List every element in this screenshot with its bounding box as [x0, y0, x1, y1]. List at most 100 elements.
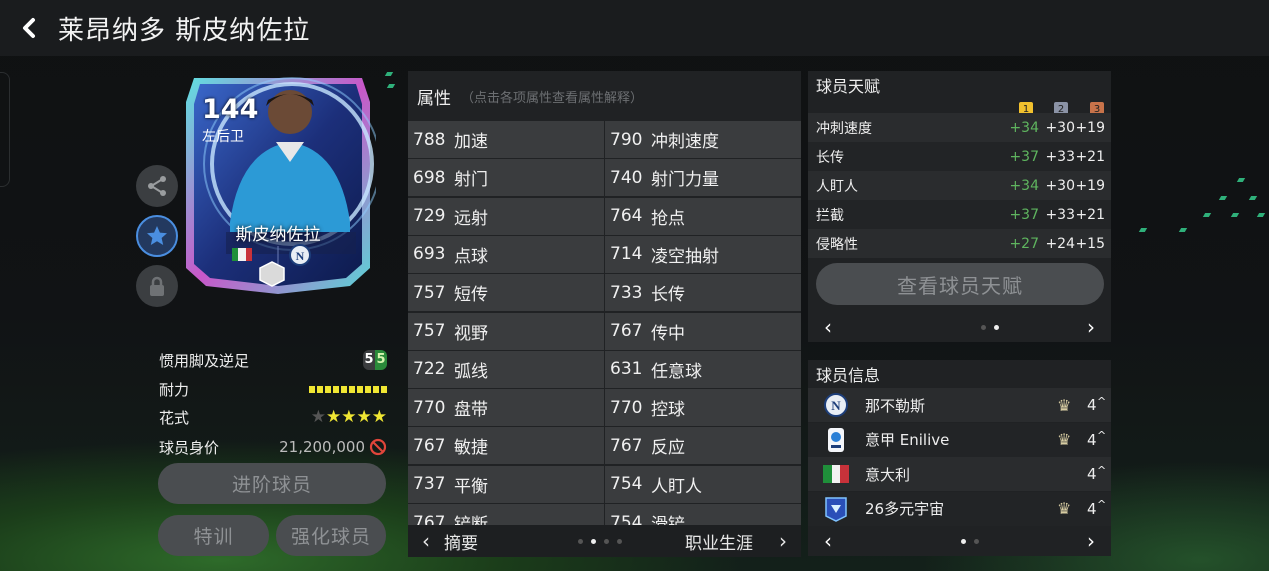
player-info-row[interactable]: 26多元宇宙 ♛ 4 ^	[808, 491, 1111, 526]
stamina-row: 耐力	[159, 376, 387, 402]
summary-tab[interactable]: 摘要	[444, 529, 564, 554]
attribute-cell[interactable]: 754 滑铲	[605, 504, 801, 525]
attribute-value: 770	[413, 397, 446, 418]
talent-name: 拦截	[816, 207, 844, 224]
attribute-cell[interactable]: 698 射门	[408, 159, 604, 197]
career-tab[interactable]: 职业生涯	[685, 529, 765, 554]
talent-bonus-c: +19	[1075, 177, 1105, 194]
talent-bonus-b: +30	[1045, 119, 1075, 136]
favorite-button[interactable]	[136, 215, 178, 257]
attribute-cell[interactable]: 740 射门力量	[605, 159, 801, 197]
talent-bonus-a: +37	[1009, 206, 1039, 223]
caret-up-icon: ^	[1097, 498, 1107, 511]
attribute-cell[interactable]: 767 传中	[605, 312, 801, 350]
lock-button[interactable]	[136, 265, 178, 307]
talent-row: 拦截 +37 +33 +21	[808, 200, 1111, 229]
attribute-name: 滑铲	[651, 515, 685, 525]
attribute-value: 788	[413, 129, 446, 150]
talent-prev-button[interactable]: ‹	[808, 315, 848, 339]
talent-row: 长传 +37 +33 +21	[808, 142, 1111, 171]
attribute-name: 加速	[454, 132, 488, 152]
attribute-cell[interactable]: 757 视野	[408, 312, 604, 350]
next-page-button[interactable]: ›	[765, 529, 801, 553]
attribute-name: 长传	[651, 285, 685, 306]
attribute-cell[interactable]: 722 弧线	[408, 350, 604, 388]
attribute-cell[interactable]: 770 控球	[605, 389, 801, 427]
value-amount: 21,200,000	[279, 438, 365, 456]
top-bar: 莱昂纳多 斯皮纳佐拉	[0, 0, 1269, 56]
share-button[interactable]	[136, 165, 178, 207]
training-button[interactable]: 特训	[158, 515, 269, 556]
back-button[interactable]	[0, 0, 58, 56]
card-position: 左后卫	[202, 129, 244, 145]
team-star-icon: ♛	[1057, 430, 1072, 449]
attribute-cell[interactable]: 631 任意球	[605, 350, 801, 388]
talent-bonus-c: +15	[1075, 235, 1105, 252]
attribute-cell[interactable]: 767 反应	[605, 427, 801, 465]
attribute-cell[interactable]: 757 短传	[408, 274, 604, 312]
talent-name: 侵略性	[816, 236, 858, 253]
attribute-cell[interactable]: 788 加速	[408, 121, 604, 158]
season-26-icon	[822, 495, 850, 523]
skill-star-icon: ★	[310, 407, 326, 427]
info-next-button[interactable]: ›	[1071, 529, 1111, 553]
attribute-value: 757	[413, 282, 446, 303]
attribute-value: 767	[413, 435, 446, 456]
talent-bonus-b: +33	[1045, 148, 1075, 165]
attribute-name: 凌空抽射	[651, 246, 719, 267]
attribute-cell[interactable]: 764 抢点	[605, 197, 801, 235]
info-name: 26多元宇宙	[865, 500, 945, 518]
attribute-cell[interactable]: 754 人盯人	[605, 465, 801, 503]
upgrade-player-button[interactable]: 进阶球员	[158, 463, 386, 504]
attribute-value: 737	[413, 474, 446, 495]
talent-name: 人盯人	[816, 178, 858, 195]
attribute-cell[interactable]: 714 凌空抽射	[605, 235, 801, 273]
attribute-cell[interactable]: 737 平衡	[408, 465, 604, 503]
attribute-value: 767	[413, 512, 446, 526]
attribute-cell[interactable]: 693 点球	[408, 235, 604, 273]
talent-bonus-b: +30	[1045, 177, 1075, 194]
info-prev-button[interactable]: ‹	[808, 529, 848, 553]
talent-page-indicator	[848, 324, 1071, 330]
foot-badge[interactable]: 55	[363, 350, 387, 370]
player-info-row[interactable]: 意大利 4 ^	[808, 457, 1111, 491]
attribute-name: 人盯人	[651, 476, 702, 497]
enhance-player-button[interactable]: 强化球员	[276, 515, 386, 556]
attributes-title: 属性	[417, 88, 451, 109]
attribute-cell[interactable]: 770 盘带	[408, 389, 604, 427]
attribute-value: 693	[413, 244, 446, 265]
attributes-hint: （点击各项属性查看属性解释）	[461, 90, 644, 106]
talent-row: 侵略性 +27 +24 +15	[808, 229, 1111, 258]
foot-value-a: 5	[363, 350, 375, 370]
talent-bonus-b: +33	[1045, 206, 1075, 223]
attribute-cell[interactable]: 729 远射	[408, 197, 604, 235]
attribute-cell[interactable]: 733 长传	[605, 274, 801, 312]
attribute-name: 弧线	[454, 361, 488, 382]
attribute-cell[interactable]: 790 冲刺速度	[605, 121, 801, 158]
attribute-value: 790	[610, 129, 643, 150]
attribute-cell[interactable]: 767 铲断	[408, 504, 604, 525]
talent-name: 长传	[816, 149, 844, 166]
skill-star-icon: ★	[371, 407, 387, 427]
svg-text:N: N	[296, 249, 305, 263]
attribute-name: 铲断	[454, 515, 488, 525]
lock-icon	[150, 276, 164, 296]
attribute-value: 764	[610, 206, 643, 227]
attribute-cell[interactable]: 767 敏捷	[408, 427, 604, 465]
talent-next-button[interactable]: ›	[1071, 315, 1111, 339]
attribute-value: 722	[413, 359, 446, 380]
player-info-row[interactable]: 意甲 Enilive ♛ 4 ^	[808, 422, 1111, 457]
side-drawer-handle[interactable]	[0, 72, 10, 187]
view-talent-button[interactable]: 查看球员天赋	[816, 263, 1104, 305]
svg-text:N: N	[831, 398, 841, 413]
skill-moves-row: 花式 ★★★★★	[159, 404, 387, 430]
prev-page-button[interactable]: ‹	[408, 529, 444, 553]
attribute-value: 733	[610, 282, 643, 303]
attribute-name: 反应	[651, 438, 685, 459]
player-info-row[interactable]: N 那不勒斯 ♛ 4 ^	[808, 388, 1111, 422]
info-name: 那不勒斯	[865, 396, 926, 415]
italy-flag-icon	[822, 460, 850, 488]
attribute-name: 控球	[651, 400, 685, 421]
stamina-label: 耐力	[159, 380, 190, 399]
attribute-value: 767	[610, 435, 643, 456]
